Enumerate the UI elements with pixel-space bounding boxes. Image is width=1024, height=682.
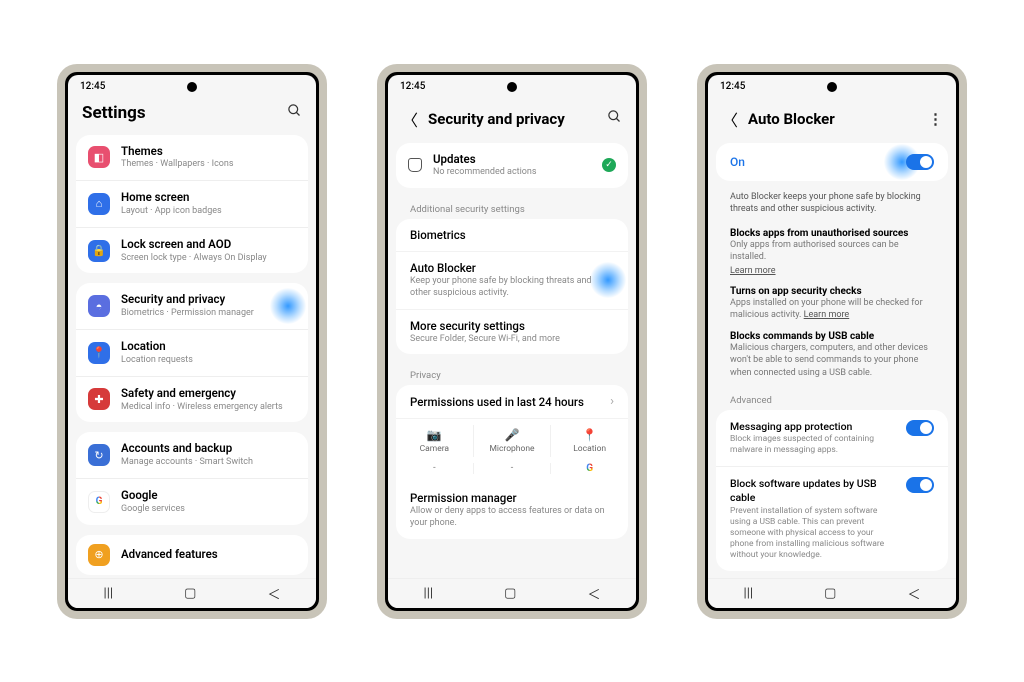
search-icon[interactable] <box>607 109 622 128</box>
page-title: Security and privacy <box>428 110 597 128</box>
search-icon[interactable] <box>287 103 302 122</box>
advanced-icon: ⊕ <box>88 544 110 566</box>
page-title: Auto Blocker <box>748 110 918 128</box>
back-icon[interactable]: 〈 <box>722 107 738 131</box>
security-content[interactable]: Updates No recommended actions ✓ Additio… <box>388 143 636 578</box>
messaging-toggle[interactable] <box>906 420 934 436</box>
nav-back[interactable]: ＜ <box>247 580 300 607</box>
settings-item-advanced[interactable]: ⊕ Advanced features <box>76 535 308 575</box>
nav-bar: ||| ▢ ＜ <box>388 578 636 608</box>
settings-item-google[interactable]: G Google Google services <box>76 478 308 525</box>
settings-item-accounts[interactable]: ↻ Accounts and backup Manage accounts · … <box>76 432 308 478</box>
permission-summary: 📷 Camera 🎤 Microphone 📍 Location <box>396 418 628 459</box>
themes-icon: ◧ <box>88 146 110 168</box>
settings-item-location[interactable]: 📍 Location Location requests <box>76 329 308 376</box>
nav-bar: ||| ▢ ＜ <box>708 578 956 608</box>
feature-usb-commands: Blocks commands by USB cable Malicious c… <box>716 331 948 388</box>
camera-cutout <box>507 82 517 92</box>
google-icon: G <box>88 491 110 513</box>
settings-item-security[interactable]: ◓ Security and privacy Biometrics · Perm… <box>76 283 308 329</box>
perm-microphone[interactable]: 🎤 Microphone <box>474 425 552 457</box>
nav-back[interactable]: ＜ <box>567 580 620 607</box>
check-icon: ✓ <box>602 158 616 172</box>
location-icon: 📍 <box>551 428 628 442</box>
master-toggle[interactable] <box>906 154 934 170</box>
biometrics-row[interactable]: Biometrics <box>396 219 628 251</box>
autoblocker-content[interactable]: On Auto Blocker keeps your phone safe by… <box>708 143 956 578</box>
usb-updates-toggle[interactable] <box>906 477 934 493</box>
learn-more-link[interactable]: Learn more <box>730 266 776 276</box>
emergency-icon: ✚ <box>88 388 110 410</box>
header: Settings <box>68 99 316 135</box>
more-icon[interactable]: ⋮ <box>928 110 942 128</box>
phone-security: 12:45 〈 Security and privacy Updates No … <box>377 64 647 619</box>
status-time: 12:45 <box>400 81 425 92</box>
nav-bar: ||| ▢ ＜ <box>68 578 316 608</box>
camera-cutout <box>187 82 197 92</box>
camera-cutout <box>827 82 837 92</box>
phone-settings: 12:45 Settings ◧ Themes Themes · Wallpap… <box>57 64 327 619</box>
feature-security-checks: Turns on app security checks Apps instal… <box>716 286 948 331</box>
permission-values: - - G <box>396 459 628 482</box>
nav-home[interactable]: ▢ <box>804 582 856 605</box>
messaging-protection-row[interactable]: Messaging app protection Block images su… <box>716 410 948 467</box>
header: 〈 Auto Blocker ⋮ <box>708 99 956 143</box>
status-time: 12:45 <box>720 81 745 92</box>
nav-recents[interactable]: ||| <box>84 582 134 605</box>
feature-unauth-sources: Blocks apps from unauthorised sources On… <box>716 228 948 286</box>
updates-icon <box>408 158 422 172</box>
block-usb-updates-row[interactable]: Block software updates by USB cable Prev… <box>716 466 948 571</box>
perm-camera[interactable]: 📷 Camera <box>396 425 474 457</box>
header: 〈 Security and privacy <box>388 99 636 143</box>
settings-item-safety[interactable]: ✚ Safety and emergency Medical info · Wi… <box>76 376 308 423</box>
camera-icon: 📷 <box>396 428 473 442</box>
updates-row[interactable]: Updates No recommended actions ✓ <box>396 143 628 189</box>
settings-item-themes[interactable]: ◧ Themes Themes · Wallpapers · Icons <box>76 135 308 181</box>
google-icon: G <box>586 463 593 474</box>
nav-home[interactable]: ▢ <box>484 582 536 605</box>
nav-recents[interactable]: ||| <box>724 582 774 605</box>
settings-list[interactable]: ◧ Themes Themes · Wallpapers · Icons ⌂ H… <box>68 135 316 578</box>
nav-home[interactable]: ▢ <box>164 582 216 605</box>
nav-back[interactable]: ＜ <box>887 580 940 607</box>
section-additional: Additional security settings <box>396 198 628 219</box>
lock-icon: 🔒 <box>88 240 110 262</box>
perm-location[interactable]: 📍 Location <box>551 425 628 457</box>
on-label: On <box>730 155 906 169</box>
section-advanced: Advanced <box>716 389 948 410</box>
location-icon: 📍 <box>88 342 110 364</box>
description: Auto Blocker keeps your phone safe by bl… <box>716 191 948 228</box>
section-privacy: Privacy <box>396 364 628 385</box>
settings-item-lockscreen[interactable]: 🔒 Lock screen and AOD Screen lock type ·… <box>76 227 308 274</box>
microphone-icon: 🎤 <box>474 428 551 442</box>
nav-recents[interactable]: ||| <box>404 582 454 605</box>
autoblocker-row[interactable]: Auto Blocker Keep your phone safe by blo… <box>396 251 628 308</box>
page-title: Settings <box>82 103 277 123</box>
phone-autoblocker: 12:45 〈 Auto Blocker ⋮ On Auto Blocker k… <box>697 64 967 619</box>
status-time: 12:45 <box>80 81 105 92</box>
shield-icon: ◓ <box>88 295 110 317</box>
master-toggle-row[interactable]: On <box>716 143 948 181</box>
learn-more-link[interactable]: Learn more <box>804 310 850 320</box>
settings-item-home[interactable]: ⌂ Home screen Layout · App icon badges <box>76 180 308 227</box>
permission-manager-row[interactable]: Permission manager Allow or deny apps to… <box>396 482 628 538</box>
accounts-icon: ↻ <box>88 444 110 466</box>
chevron-right-icon: › <box>610 394 614 409</box>
back-icon[interactable]: 〈 <box>402 107 418 131</box>
permissions-24h-row[interactable]: Permissions used in last 24 hours › <box>396 385 628 418</box>
more-security-row[interactable]: More security settings Secure Folder, Se… <box>396 309 628 355</box>
home-icon: ⌂ <box>88 193 110 215</box>
